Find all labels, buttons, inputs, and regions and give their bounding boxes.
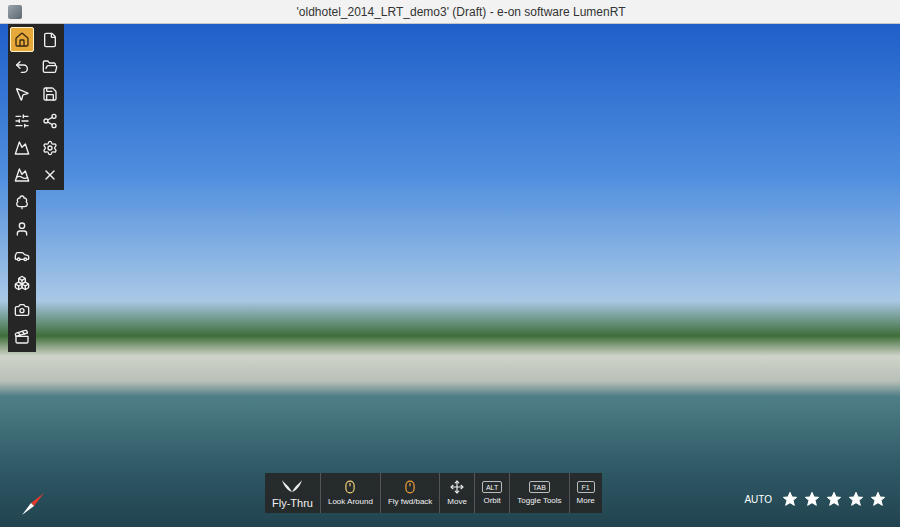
camera-icon [14, 302, 30, 318]
key-cap: ALT [482, 481, 502, 493]
tool-button[interactable] [38, 135, 62, 160]
tree-icon [14, 194, 30, 210]
star-icon[interactable] [782, 491, 798, 507]
hint-label: Fly-Thru [272, 497, 313, 509]
open-folder-icon [42, 59, 58, 75]
app-icon [8, 5, 22, 19]
key-cap: F1 [577, 481, 595, 493]
tool-button[interactable] [38, 27, 62, 52]
hint-label: Move [447, 497, 467, 506]
tool-button[interactable] [10, 324, 34, 349]
hint-item: Move [439, 473, 474, 513]
hint-item: ALT Orbit [474, 473, 509, 513]
quality-label: AUTO [744, 494, 772, 505]
scene-viewport[interactable]: Fly-Thru Look Around Fly fwd/back Move ALT Or… [0, 24, 900, 527]
hint-label: Orbit [483, 496, 500, 505]
terrain-icon [14, 140, 30, 156]
hint-item: Fly-Thru [265, 473, 320, 513]
window-title: 'oldhotel_2014_LRT_demo3' (Draft) - e-on… [30, 5, 892, 19]
hint-label: Look Around [328, 497, 373, 506]
tool-button[interactable] [10, 135, 34, 160]
tool-button[interactable] [10, 216, 34, 241]
mouse-icon [343, 480, 357, 494]
app-window: 'oldhotel_2014_LRT_demo3' (Draft) - e-on… [0, 0, 900, 527]
gear-icon [42, 140, 58, 156]
secondary-toolbar [36, 24, 64, 190]
tool-button[interactable] [10, 297, 34, 322]
tool-button[interactable] [38, 162, 62, 187]
star-icon[interactable] [804, 491, 820, 507]
hint-item: F1 More [569, 473, 602, 513]
tool-button[interactable] [10, 189, 34, 214]
title-bar: 'oldhotel_2014_LRT_demo3' (Draft) - e-on… [0, 0, 900, 24]
tool-dock [8, 24, 64, 352]
hint-item: TAB Toggle Tools [509, 473, 568, 513]
tool-button[interactable] [10, 270, 34, 295]
home-icon [14, 32, 30, 48]
car-icon [14, 248, 30, 264]
quality-selector[interactable]: AUTO [744, 491, 886, 507]
tool-button[interactable] [10, 108, 34, 133]
navigation-hint-bar: Fly-Thru Look Around Fly fwd/back Move ALT Or… [265, 473, 602, 513]
star-icon[interactable] [848, 491, 864, 507]
share-icon [42, 113, 58, 129]
wings-icon [281, 478, 303, 494]
blocks-icon [14, 275, 30, 291]
star-icon[interactable] [870, 491, 886, 507]
save-icon [42, 86, 58, 102]
star-icon[interactable] [826, 491, 842, 507]
sliders-icon [14, 113, 30, 129]
tool-button[interactable] [10, 54, 34, 79]
hint-item: Fly fwd/back [380, 473, 439, 513]
mountains-icon [14, 167, 30, 183]
tool-button[interactable] [10, 27, 34, 52]
hint-label: More [577, 496, 595, 505]
tool-button[interactable] [10, 81, 34, 106]
hint-label: Toggle Tools [517, 496, 561, 505]
hint-item: Look Around [320, 473, 380, 513]
close-icon [42, 167, 58, 183]
key-cap: TAB [529, 481, 550, 493]
clapper-icon [14, 329, 30, 345]
person-icon [14, 221, 30, 237]
tool-button[interactable] [10, 243, 34, 268]
arrows-icon [450, 480, 464, 494]
compass-icon [20, 491, 46, 517]
select-icon [14, 86, 30, 102]
undo-icon [14, 59, 30, 75]
mouse-wheel-icon [403, 480, 417, 494]
new-file-icon [42, 32, 58, 48]
primary-toolbar [8, 24, 36, 352]
tool-button[interactable] [10, 162, 34, 187]
tool-button[interactable] [38, 54, 62, 79]
tool-button[interactable] [38, 108, 62, 133]
tool-button[interactable] [38, 81, 62, 106]
hint-label: Fly fwd/back [388, 497, 432, 506]
